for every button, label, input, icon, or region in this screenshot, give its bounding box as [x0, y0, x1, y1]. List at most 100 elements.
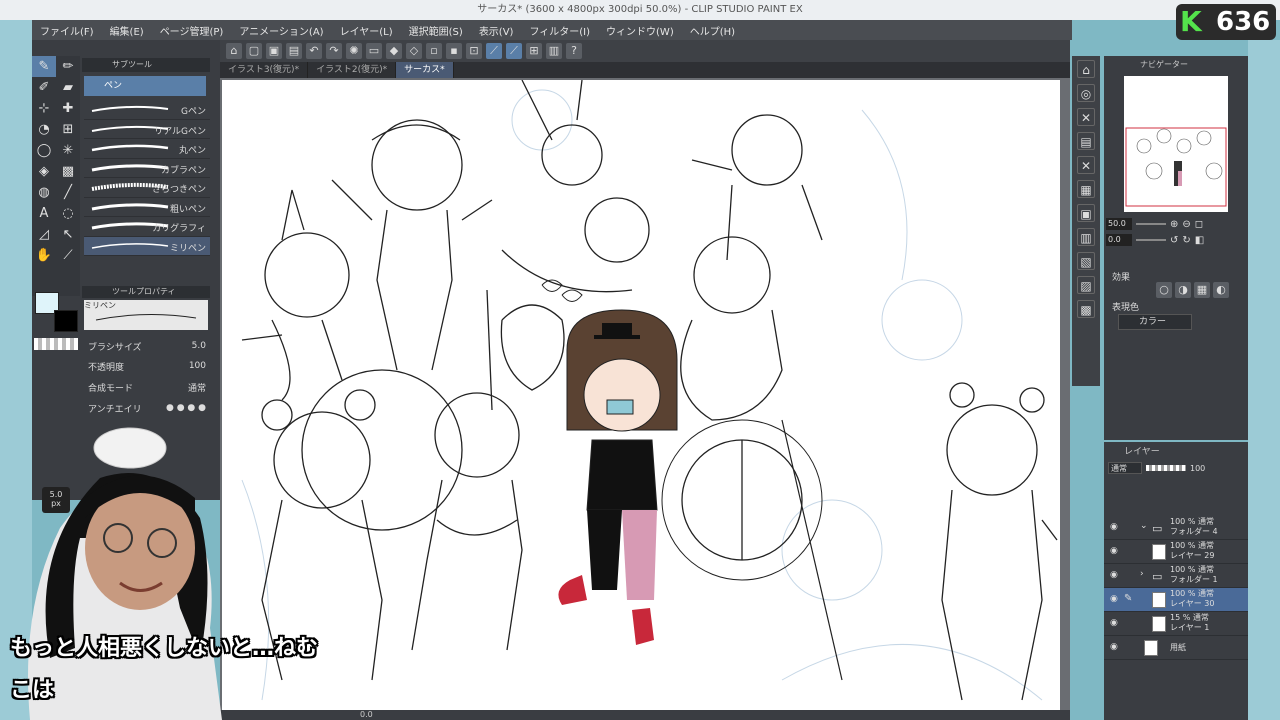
menu-file[interactable]: ファイル(F)	[32, 23, 102, 38]
menu-edit[interactable]: 編集(E)	[102, 23, 152, 38]
sub-color-swatch[interactable]	[54, 310, 78, 332]
close-panel-icon[interactable]: ✕	[1077, 108, 1095, 126]
eye-icon[interactable]: ◉	[1110, 570, 1118, 580]
effect-color-icon[interactable]: ◐	[1213, 282, 1229, 298]
eye-icon[interactable]: ◉	[1110, 546, 1118, 556]
fill-icon[interactable]: ◆	[386, 43, 402, 59]
help-icon[interactable]: ?	[566, 43, 582, 59]
pencil-tool-icon[interactable]: ✏	[56, 56, 80, 77]
item-bank-icon[interactable]: ▥	[1077, 228, 1095, 246]
effect-none-icon[interactable]: ○	[1156, 282, 1172, 298]
zoom-in-icon[interactable]: ⊕	[1170, 219, 1178, 230]
brush-tool-icon[interactable]: ✐	[32, 77, 56, 98]
brush-item[interactable]: 粗いペン	[84, 198, 210, 217]
menu-view[interactable]: 表示(V)	[471, 23, 522, 38]
effect-tone-icon[interactable]: ▦	[1194, 282, 1210, 298]
new-file-icon[interactable]: ▢	[246, 43, 262, 59]
select-tool-icon[interactable]: ⊹	[32, 98, 56, 119]
zoom-out-icon[interactable]: ⊖	[1182, 219, 1190, 230]
menu-help[interactable]: ヘルプ(H)	[682, 23, 743, 38]
folder-collapse-icon[interactable]: ›	[1140, 569, 1144, 579]
close-panel-icon[interactable]: ✕	[1077, 156, 1095, 174]
home-icon[interactable]: ⌂	[226, 43, 242, 59]
layer-opacity-slider[interactable]	[1146, 465, 1186, 471]
subtool-group-pen[interactable]: ペン	[84, 76, 206, 96]
navigator-icon[interactable]: ◎	[1077, 84, 1095, 102]
text-tool-icon[interactable]: A	[32, 203, 56, 224]
blend-tool-icon[interactable]: ◔	[32, 119, 56, 140]
brush-item[interactable]: Gペン	[84, 100, 210, 120]
lasso-tool-icon[interactable]: ◯	[32, 140, 56, 161]
brush-item[interactable]: カリグラフィ	[84, 217, 210, 237]
material-icon[interactable]: ⌂	[1077, 60, 1095, 78]
image-icon[interactable]: ▧	[1077, 252, 1095, 270]
menu-filter[interactable]: フィルター(I)	[521, 23, 598, 38]
rotate-left-icon[interactable]: ↺	[1170, 235, 1178, 246]
crop-icon[interactable]: ⊡	[466, 43, 482, 59]
tab-illust3[interactable]: イラスト3(復元)*	[220, 62, 309, 78]
drawing-canvas[interactable]	[222, 80, 1060, 710]
navigator-thumbnail[interactable]	[1124, 76, 1228, 212]
move-tool-icon[interactable]: ✚	[56, 98, 80, 119]
blend-mode-row[interactable]: 合成モード 通常	[88, 379, 206, 395]
layer-row-selected[interactable]: ◉ ✎ 100 % 通常 レイヤー 30	[1104, 588, 1248, 612]
brush-item[interactable]: ミリペン	[84, 236, 210, 256]
zoom-slider[interactable]	[1136, 223, 1166, 225]
effect-border-icon[interactable]: ◑	[1175, 282, 1191, 298]
undo-icon[interactable]: ↶	[306, 43, 322, 59]
layer-row[interactable]: ◉ 用紙	[1104, 636, 1248, 660]
layer-row[interactable]: ◉ 15 % 通常 レイヤー 1	[1104, 612, 1248, 636]
pen-tool-icon[interactable]: ✎	[32, 56, 56, 77]
open-file-icon[interactable]: ▣	[266, 43, 282, 59]
brush-item[interactable]: ざらつきペン	[84, 178, 210, 198]
eyedropper-tool-icon[interactable]: ⟋	[56, 245, 80, 266]
rotation-slider[interactable]	[1136, 239, 1166, 241]
snap-special-ruler-icon[interactable]: ⟋	[506, 43, 522, 59]
brush-size-row[interactable]: ブラシサイズ 5.0	[88, 338, 206, 354]
search-layer-icon[interactable]: ▨	[1077, 276, 1095, 294]
layer-opacity-value[interactable]: 100	[1190, 464, 1205, 473]
flip-icon[interactable]: ◧	[1195, 235, 1204, 246]
zoom-row[interactable]: 50.0 ⊕ ⊖ ◻	[1106, 218, 1246, 230]
history-icon[interactable]: ▤	[1077, 132, 1095, 150]
clear-icon[interactable]: ▭	[366, 43, 382, 59]
deselect-icon[interactable]: ▫	[426, 43, 442, 59]
document-icon[interactable]: ▥	[546, 43, 562, 59]
rotate-right-icon[interactable]: ↻	[1182, 235, 1190, 246]
layer-property-icon[interactable]: ▦	[1077, 180, 1095, 198]
layer-blend-select[interactable]: 通常	[1108, 462, 1142, 474]
frame-tool-icon[interactable]: ◿	[32, 224, 56, 245]
opacity-row[interactable]: 不透明度 100	[88, 358, 206, 374]
eye-icon[interactable]: ◉	[1110, 594, 1118, 604]
menu-page[interactable]: ページ管理(P)	[152, 23, 232, 38]
hand-tool-icon[interactable]: ✋	[32, 245, 56, 266]
tab-illust2[interactable]: イラスト2(復元)*	[308, 62, 397, 78]
redo-icon[interactable]: ↷	[326, 43, 342, 59]
menu-layer[interactable]: レイヤー(L)	[332, 23, 401, 38]
rotation-row[interactable]: 0.0 ↺ ↻ ◧	[1106, 234, 1246, 246]
fit-icon[interactable]: ◻	[1195, 219, 1203, 230]
figure-tool-icon[interactable]: ◍	[32, 182, 56, 203]
grid-tool-icon[interactable]: ⊞	[56, 119, 80, 140]
brush-item[interactable]: 丸ペン	[84, 139, 210, 159]
eye-icon[interactable]: ◉	[1110, 522, 1118, 532]
transform-icon[interactable]: ◇	[406, 43, 422, 59]
eye-icon[interactable]: ◉	[1110, 618, 1118, 628]
tab-circus[interactable]: サーカス*	[396, 62, 454, 78]
snap-ruler-icon[interactable]: ⟋	[486, 43, 502, 59]
save-icon[interactable]: ▤	[286, 43, 302, 59]
transparent-color-swatch[interactable]	[34, 338, 78, 350]
gradient-tool-icon[interactable]: ▩	[56, 161, 80, 182]
brush-item[interactable]: カブラペン	[84, 159, 210, 178]
sub-view-icon[interactable]: ▣	[1077, 204, 1095, 222]
balloon-tool-icon[interactable]: ◌	[56, 203, 80, 224]
auto-action-icon[interactable]: ▩	[1077, 300, 1095, 318]
line-tool-icon[interactable]: ╱	[56, 182, 80, 203]
layer-row[interactable]: ◉ ⌄ ▭ 100 % 通常 フォルダー 4	[1104, 516, 1248, 540]
menu-selection[interactable]: 選択範囲(S)	[401, 23, 471, 38]
folder-expand-icon[interactable]: ⌄	[1140, 521, 1148, 531]
invert-selection-icon[interactable]: ▪	[446, 43, 462, 59]
expression-color-select[interactable]: カラー	[1118, 314, 1192, 330]
brush-item[interactable]: リアルGペン	[84, 120, 210, 139]
eraser-tool-icon[interactable]: ▰	[56, 77, 80, 98]
